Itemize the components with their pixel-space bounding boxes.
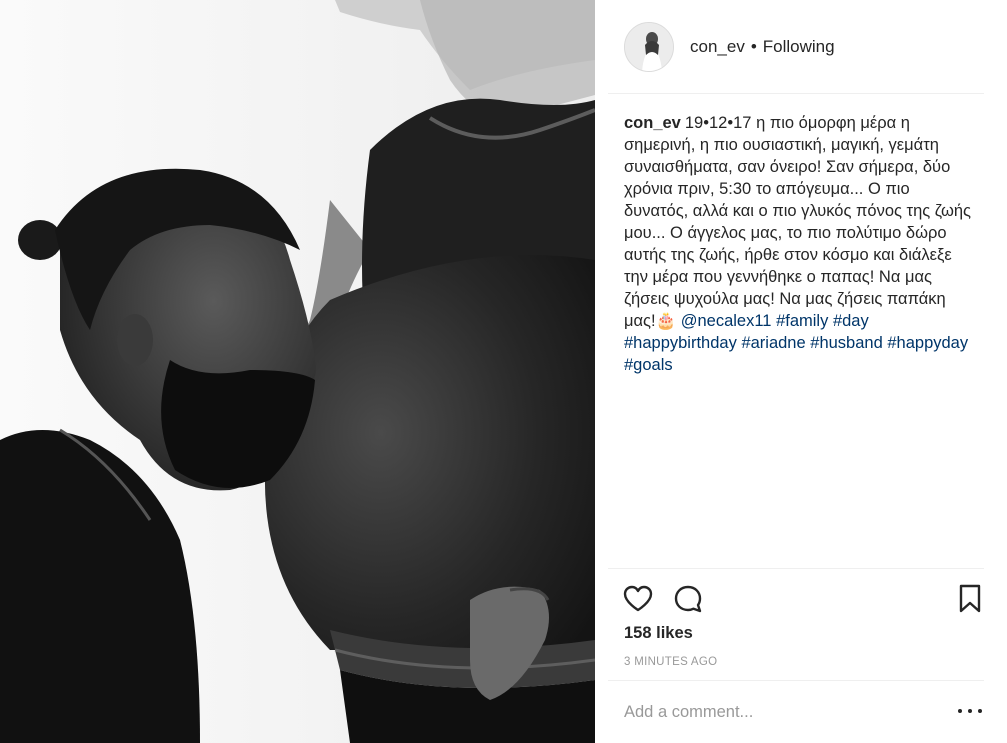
separator-dot: • [750,36,757,56]
post-timestamp[interactable]: 3 MINUTES AGO [624,656,717,668]
hashtag-family[interactable]: #family [776,312,828,330]
hashtag-husband[interactable]: #husband [810,334,883,352]
caption-text: 19•12•17 η πιο όμορφη μέρα η σημερινή, η… [624,114,971,330]
hashtag-day[interactable]: #day [833,312,869,330]
more-options-icon[interactable] [958,703,982,719]
hashtag-happyday[interactable]: #happyday [887,334,968,352]
more-dot [958,709,962,713]
like-count[interactable]: 158 likes [624,624,693,643]
bookmark-icon[interactable] [954,583,986,615]
post-caption: con_ev 19•12•17 η πιο όμορφη μέρα η σημερ… [624,112,974,376]
post-photo[interactable] [0,0,595,743]
more-dot [978,709,982,713]
more-dot [968,709,972,713]
follow-status-button[interactable]: Following [763,37,835,57]
hashtag-happybirthday[interactable]: #happybirthday [624,334,737,352]
caption-mention[interactable]: @necalex11 [681,312,772,330]
post-side-panel: con_ev • Following con_ev 19•12•17 η πιο … [608,0,984,743]
hashtag-goals[interactable]: #goals [624,356,673,374]
comment-form [608,680,984,743]
hashtag-ariadne[interactable]: #ariadne [741,334,805,352]
post-header: con_ev • Following [608,0,984,94]
comment-input[interactable] [624,703,924,722]
heart-icon[interactable] [622,583,654,615]
action-bar [608,568,984,618]
comment-icon[interactable] [672,583,704,615]
caption-username[interactable]: con_ev [624,114,681,132]
avatar[interactable] [624,21,674,72]
header-username[interactable]: con_ev [690,37,745,57]
